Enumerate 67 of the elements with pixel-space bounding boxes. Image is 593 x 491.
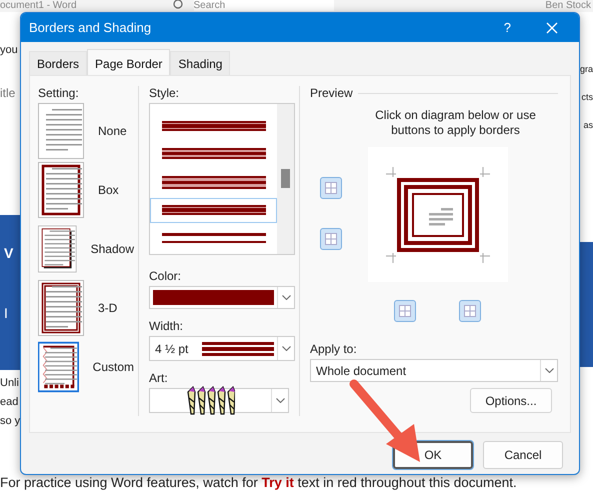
- border-toggle-button[interactable]: [459, 300, 481, 322]
- setting-option[interactable]: 3-D: [38, 280, 134, 336]
- preview-label: Preview: [310, 86, 353, 100]
- width-dropdown[interactable]: 4 ½ pt: [149, 336, 295, 361]
- document-text: ead: [0, 396, 18, 408]
- line-sample-icon: [162, 205, 266, 216]
- tab[interactable]: Page Border: [87, 49, 170, 75]
- line-sample-icon: [162, 148, 266, 160]
- tab[interactable]: Borders: [29, 51, 88, 75]
- style-list[interactable]: [149, 103, 295, 255]
- chevron-icon: [276, 398, 284, 403]
- line-style-option[interactable]: [150, 198, 277, 223]
- page-thumbnail-icon: [38, 339, 79, 395]
- grid-icon: [325, 233, 337, 245]
- art-label: Art:: [149, 371, 168, 385]
- color-dropdown[interactable]: [149, 286, 295, 309]
- apply-to-label: Apply to:: [310, 342, 357, 356]
- grid-icon: [325, 182, 337, 194]
- document-text: Unli: [0, 377, 19, 389]
- border-toggle-button[interactable]: [320, 177, 342, 199]
- help-button[interactable]: ?: [504, 20, 511, 35]
- apply-to-dropdown[interactable]: Whole document: [310, 359, 558, 382]
- color-label: Color:: [149, 269, 182, 283]
- setting-option[interactable]: Shadow: [38, 221, 134, 277]
- document-text: For practice using Word features, watch for Try it text in red throughout this document.: [0, 475, 518, 491]
- document-text: you: [0, 44, 18, 56]
- setting-label: Setting:: [38, 86, 79, 100]
- banner-text: V: [4, 245, 14, 261]
- art-pattern-icon: [186, 386, 234, 416]
- border-toggle-button[interactable]: [394, 300, 416, 322]
- line-sample-icon: [162, 233, 266, 244]
- chevron-icon: [544, 368, 554, 373]
- document-text: so y: [0, 415, 20, 427]
- scrollbar[interactable]: [277, 104, 294, 254]
- art-dropdown[interactable]: [149, 388, 289, 413]
- page-thumbnail-icon: [38, 162, 84, 218]
- line-sample-icon: [202, 342, 274, 356]
- ribbon-label: as: [583, 120, 593, 130]
- instruction-text: Click on diagram below or use buttons to apply borders: [374, 108, 537, 138]
- search-field[interactable]: Search: [194, 0, 334, 11]
- border-preview[interactable]: [368, 147, 508, 282]
- dialog-button[interactable]: Cancel: [483, 441, 563, 469]
- page-thumbnail-icon: [38, 280, 84, 336]
- close-icon: [546, 22, 558, 34]
- search-icon: [172, 0, 184, 10]
- options-button[interactable]: Options...: [470, 388, 552, 413]
- banner-text: I: [4, 305, 8, 321]
- grid-icon: [464, 305, 476, 317]
- setting-option[interactable]: None: [38, 103, 134, 159]
- document-text: itle: [0, 86, 16, 100]
- tab[interactable]: Shading: [170, 51, 230, 75]
- chevron-icon: [282, 346, 291, 351]
- width-label: Width:: [149, 319, 184, 333]
- ribbon-label: cts: [581, 92, 593, 102]
- ribbon-label: gra: [580, 64, 593, 74]
- line-sample-icon: [162, 176, 266, 188]
- setting-option[interactable]: Custom: [38, 339, 134, 395]
- window-title: ocument1 - Word: [0, 0, 77, 11]
- page-thumbnail-icon: [38, 103, 84, 159]
- dialog-title: Borders and Shading: [29, 20, 152, 35]
- user-name: Ben Stock: [545, 0, 591, 11]
- line-sample-icon: [162, 120, 266, 131]
- border-toggle-button[interactable]: [320, 228, 342, 250]
- style-label: Style:: [149, 86, 180, 100]
- chevron-icon: [282, 295, 290, 300]
- grid-icon: [399, 305, 411, 317]
- setting-option[interactable]: Box: [38, 162, 134, 218]
